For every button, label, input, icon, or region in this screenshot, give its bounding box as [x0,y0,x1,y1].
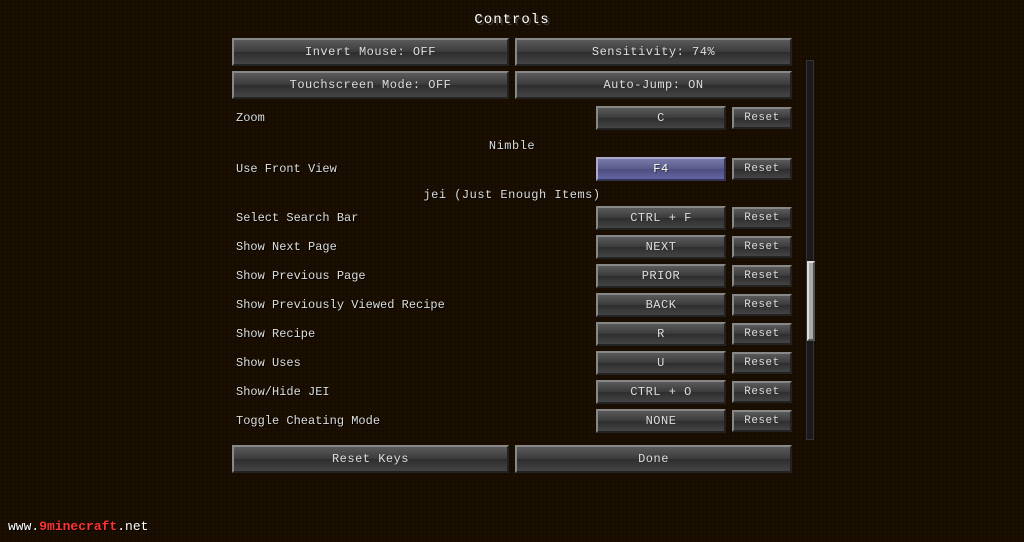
jei-key-6[interactable]: CTRL + O [596,380,726,404]
zoom-key-button[interactable]: C [596,106,726,130]
scrollbar-thumb[interactable] [807,261,815,341]
page-title: Controls [474,12,549,28]
jei-label-4: Show Recipe [232,327,596,341]
jei-key-3[interactable]: BACK [596,293,726,317]
settings-area: Zoom C Reset Nimble Use Front View F4 Re… [232,104,792,437]
jei-row-1: Show Next Page NEXT Reset [232,234,792,260]
reset-keys-button[interactable]: Reset Keys [232,445,509,473]
jei-key-2[interactable]: PRIOR [596,264,726,288]
jei-row-6: Show/Hide JEI CTRL + O Reset [232,379,792,405]
use-front-view-reset-button[interactable]: Reset [732,158,792,180]
jei-row-2: Show Previous Page PRIOR Reset [232,263,792,289]
use-front-view-label: Use Front View [232,162,596,176]
jei-reset-5[interactable]: Reset [732,352,792,374]
use-front-view-key-button[interactable]: F4 [596,157,726,181]
jei-key-5[interactable]: U [596,351,726,375]
jei-reset-6[interactable]: Reset [732,381,792,403]
watermark: www.9minecraft.net [8,519,148,534]
jei-row-7: Toggle Cheating Mode NONE Reset [232,408,792,434]
jei-label-0: Select Search Bar [232,211,596,225]
touchscreen-mode-button[interactable]: Touchscreen Mode: OFF [232,71,509,99]
jei-reset-2[interactable]: Reset [732,265,792,287]
use-front-view-row: Use Front View F4 Reset [232,156,792,182]
zoom-reset-button[interactable]: Reset [732,107,792,129]
zoom-label: Zoom [232,111,596,125]
jei-label-2: Show Previous Page [232,269,596,283]
top-buttons-row1: Invert Mouse: OFF Sensitivity: 74% [232,38,792,66]
jei-reset-4[interactable]: Reset [732,323,792,345]
jei-row-3: Show Previously Viewed Recipe BACK Reset [232,292,792,318]
bottom-buttons: Reset Keys Done [232,445,792,473]
jei-key-0[interactable]: CTRL + F [596,206,726,230]
jei-reset-0[interactable]: Reset [732,207,792,229]
watermark-prefix: www. [8,519,39,534]
controls-screen: Controls Invert Mouse: OFF Sensitivity: … [0,0,1024,542]
done-button[interactable]: Done [515,445,792,473]
jei-row-5: Show Uses U Reset [232,350,792,376]
nimble-title: Nimble [232,139,792,153]
jei-title: jei (Just Enough Items) [232,188,792,202]
jei-label-1: Show Next Page [232,240,596,254]
auto-jump-button[interactable]: Auto-Jump: ON [515,71,792,99]
jei-label-3: Show Previously Viewed Recipe [232,298,596,312]
jei-row-4: Show Recipe R Reset [232,321,792,347]
watermark-brand: 9minecraft [39,519,117,534]
jei-key-4[interactable]: R [596,322,726,346]
invert-mouse-button[interactable]: Invert Mouse: OFF [232,38,509,66]
watermark-suffix: .net [117,519,148,534]
jei-key-7[interactable]: NONE [596,409,726,433]
scrollbar[interactable] [806,60,814,440]
jei-reset-7[interactable]: Reset [732,410,792,432]
jei-reset-3[interactable]: Reset [732,294,792,316]
zoom-row: Zoom C Reset [232,104,792,132]
jei-reset-1[interactable]: Reset [732,236,792,258]
jei-label-5: Show Uses [232,356,596,370]
jei-label-7: Toggle Cheating Mode [232,414,596,428]
sensitivity-button[interactable]: Sensitivity: 74% [515,38,792,66]
top-buttons-row2: Touchscreen Mode: OFF Auto-Jump: ON [232,71,792,99]
jei-label-6: Show/Hide JEI [232,385,596,399]
jei-row-0: Select Search Bar CTRL + F Reset [232,205,792,231]
jei-key-1[interactable]: NEXT [596,235,726,259]
